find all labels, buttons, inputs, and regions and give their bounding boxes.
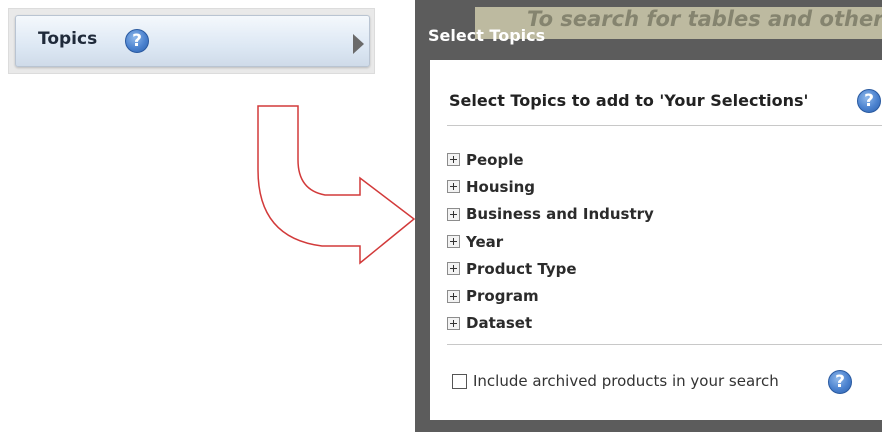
topic-item-housing[interactable]: Housing: [447, 173, 654, 200]
topic-label: People: [466, 150, 524, 169]
topic-list: People Housing Business and Industry Yea…: [447, 146, 654, 337]
topics-button[interactable]: Topics ?: [15, 15, 370, 67]
topics-panel: Topics ?: [8, 8, 375, 74]
expand-arrow-icon: [353, 34, 364, 54]
topics-label: Topics: [38, 29, 98, 49]
expand-plus-icon[interactable]: [447, 207, 460, 221]
include-archived-label: Include archived products in your search: [473, 372, 779, 390]
topic-label: Product Type: [466, 259, 577, 278]
dialog-heading: Select Topics to add to 'Your Selections…: [449, 91, 809, 110]
select-topics-dialog: Select Topics to add to 'Your Selections…: [430, 60, 882, 420]
topic-label: Program: [466, 287, 539, 306]
expand-plus-icon[interactable]: [447, 180, 460, 194]
topic-item-product-type[interactable]: Product Type: [447, 255, 654, 282]
topic-label: Housing: [466, 177, 536, 196]
dialog-title: Select Topics: [428, 26, 546, 45]
topic-item-program[interactable]: Program: [447, 282, 654, 309]
topic-label: Year: [466, 232, 504, 251]
help-icon[interactable]: ?: [857, 89, 881, 113]
help-icon[interactable]: ?: [125, 29, 149, 53]
divider: [447, 125, 882, 126]
topic-item-year[interactable]: Year: [447, 228, 654, 255]
topic-item-people[interactable]: People: [447, 146, 654, 173]
search-hint-text: To search for tables and other: [527, 7, 882, 31]
expand-plus-icon[interactable]: [447, 316, 460, 330]
expand-plus-icon[interactable]: [447, 262, 460, 276]
topic-item-business-and-industry[interactable]: Business and Industry: [447, 201, 654, 228]
topic-label: Dataset: [466, 314, 533, 333]
expand-plus-icon[interactable]: [447, 235, 460, 249]
topic-item-dataset[interactable]: Dataset: [447, 310, 654, 337]
expand-plus-icon[interactable]: [447, 289, 460, 303]
include-archived-checkbox[interactable]: [452, 373, 467, 389]
expand-plus-icon[interactable]: [447, 153, 460, 167]
help-icon[interactable]: ?: [828, 370, 852, 394]
include-archived-option[interactable]: Include archived products in your search: [452, 372, 779, 390]
divider: [447, 344, 882, 345]
topic-label: Business and Industry: [466, 205, 654, 224]
